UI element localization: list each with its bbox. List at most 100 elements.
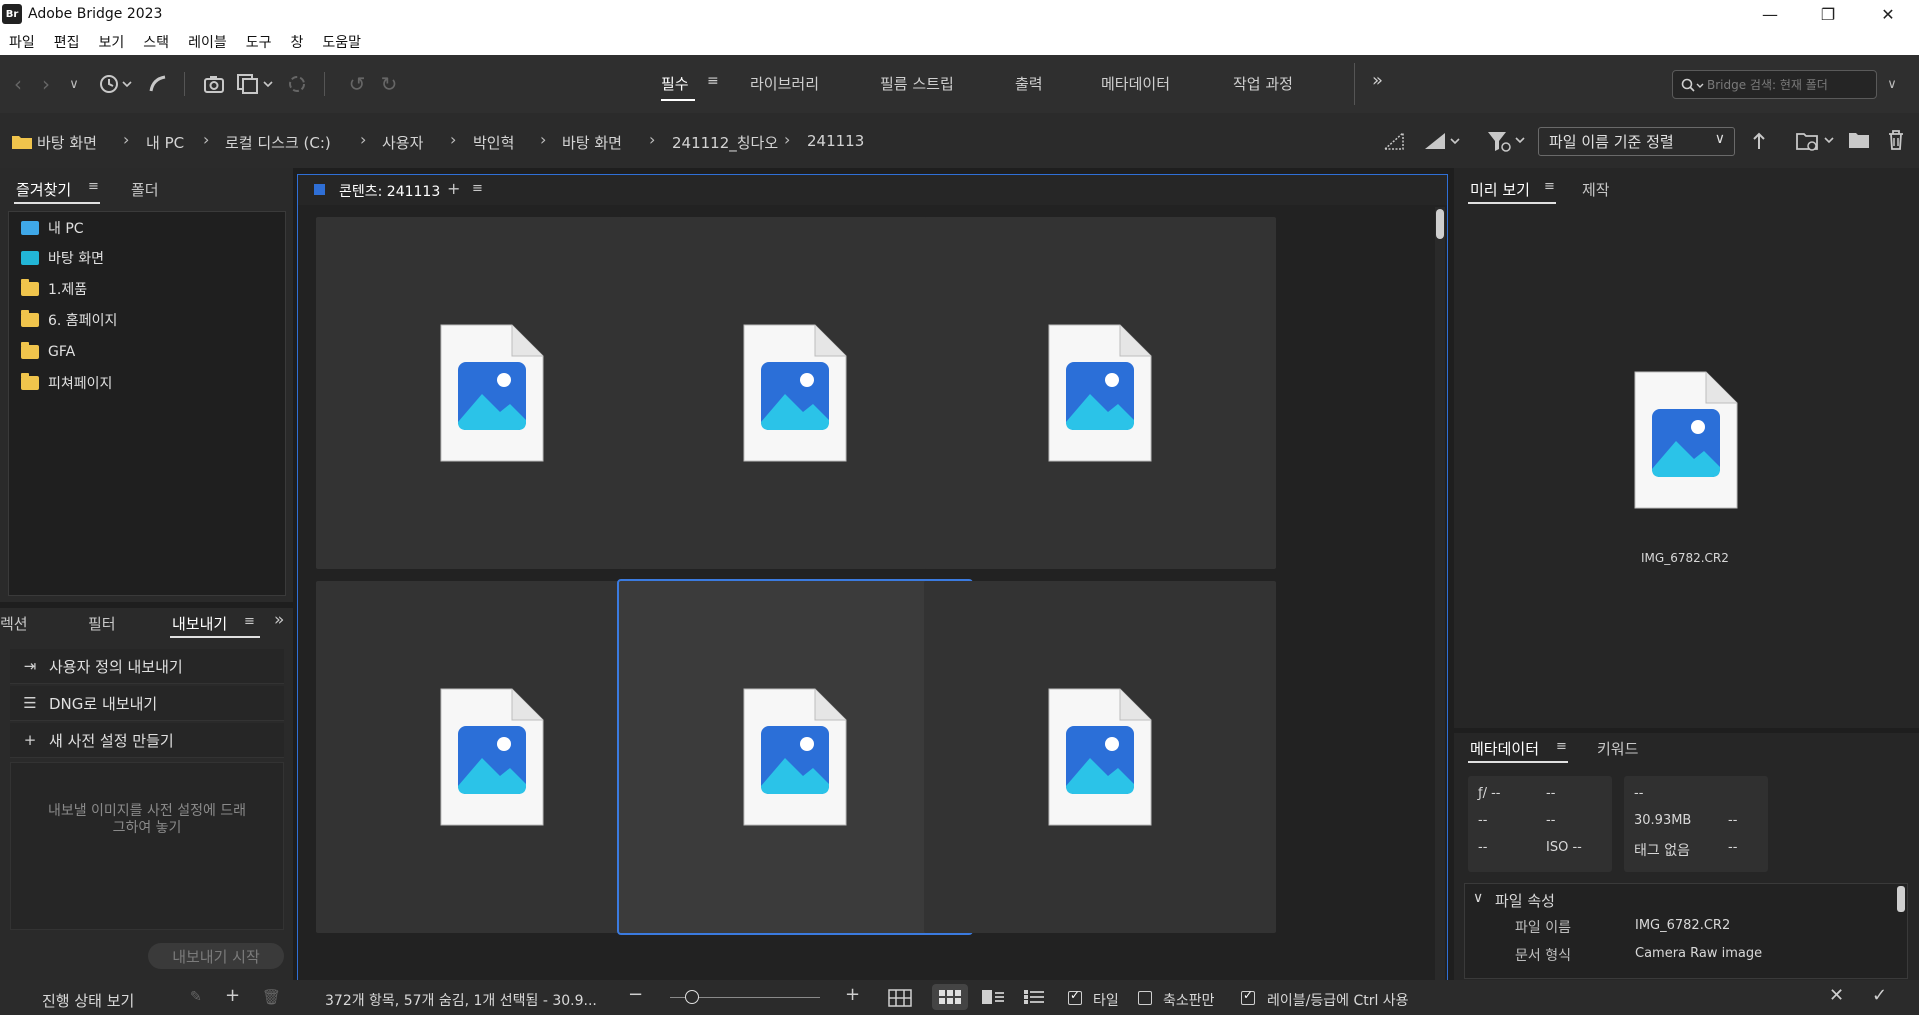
quality-stairs-icon[interactable] [1383,131,1405,151]
scrollbar-thumb[interactable] [1436,209,1444,239]
chevron-down-icon[interactable]: ∨ [64,71,84,97]
workspace-output[interactable]: 출력 [1015,73,1043,94]
add-tab-icon[interactable]: + [447,179,460,198]
tab-export[interactable]: 내보내기 [172,613,227,634]
menu-edit[interactable]: 편집 [54,32,80,52]
sort-dropdown[interactable]: 파일 이름 기준 정렬 ∨ [1538,127,1735,156]
metadata-scrollbar-thumb[interactable] [1897,886,1905,912]
filter-icon[interactable] [1486,129,1528,153]
new-folder-icon[interactable] [1848,131,1870,149]
workspace-libraries[interactable]: 라이브러리 [750,73,819,94]
chevron-down-icon[interactable]: ∨ [1473,890,1483,906]
menu-stack[interactable]: 스택 [143,32,169,52]
tab-production[interactable]: 제작 [1582,179,1610,200]
menu-view[interactable]: 보기 [99,32,125,52]
thumbnails-only-checkbox[interactable] [1138,991,1152,1005]
panel-menu-icon[interactable]: ≡ [1556,739,1567,754]
thumbnail-cell[interactable] [924,581,1276,933]
thumbnail-cell[interactable] [316,217,668,569]
tab-collections[interactable]: 렉션 [0,613,28,634]
more-workspaces-icon[interactable]: » [1372,70,1383,91]
zoom-in-button[interactable]: + [845,984,860,1005]
breadcrumb-folder-241112[interactable]: 241112_칭다오 [672,132,778,153]
favorite-item-my-pc[interactable]: 내 PC [21,216,84,240]
breadcrumb-local-disk[interactable]: 로컬 디스크 (C:) [225,132,331,153]
favorite-item-homepage[interactable]: 6. 홈페이지 [21,308,117,332]
start-export-button[interactable]: 내보내기 시작 [148,943,284,969]
menu-window[interactable]: 창 [290,32,303,52]
panel-menu-icon[interactable]: ≡ [1544,179,1555,194]
breadcrumb-my-pc[interactable]: 내 PC [146,132,184,153]
close-window-button[interactable]: ✕ [1859,0,1917,28]
thumbnail-cell[interactable] [617,579,973,935]
thumbnail-size-slider-knob[interactable] [685,990,699,1004]
pencil-icon[interactable]: ✎ [190,989,202,1005]
minimize-button[interactable]: — [1741,0,1799,28]
content-tab-title[interactable]: 콘텐츠: 241113 [339,181,440,201]
menu-help[interactable]: 도움말 [322,32,361,52]
tile-checkbox[interactable] [1068,988,1082,1005]
workspace-filmstrip[interactable]: 필름 스트립 [880,73,954,94]
recent-files-icon[interactable] [96,71,136,97]
list-view-icon[interactable] [1024,990,1044,1004]
tab-metadata[interactable]: 메타데이터 [1470,738,1539,759]
export-drop-zone[interactable]: 내보낼 이미지를 사전 설정에 드래그하여 놓기 [10,762,284,930]
forward-icon[interactable]: › [36,71,56,97]
section-title[interactable]: 파일 속성 [1495,890,1555,911]
new-preset-button[interactable]: + 새 사전 설정 만들기 [10,723,284,758]
favorite-item-gfa[interactable]: GFA [21,340,75,364]
workspace-menu-icon[interactable]: ≡ [707,73,719,89]
thumbnail-cell[interactable] [619,217,971,569]
star-rating-filter-icon[interactable] [1423,131,1463,151]
panel-menu-icon[interactable]: ≡ [244,614,255,629]
workspace-essentials[interactable]: 필수 [661,73,689,94]
export-dng-button[interactable]: ☰ DNG로 내보내기 [10,686,284,721]
thumbnail-cell[interactable] [316,581,668,933]
search-box[interactable] [1672,70,1877,99]
camera-import-icon[interactable] [202,71,228,97]
breadcrumb-user-name[interactable]: 박인혁 [473,132,514,153]
rotate-left-icon[interactable]: ↺ [344,71,370,97]
lock-grid-icon[interactable] [888,989,912,1007]
menu-file[interactable]: 파일 [9,32,35,52]
image-file-icon[interactable] [1634,371,1738,509]
rotate-right-icon[interactable]: ↻ [376,71,402,97]
zoom-out-button[interactable]: − [628,984,643,1005]
view-thumbnails-button[interactable] [932,984,968,1010]
breadcrumb-users[interactable]: 사용자 [382,132,423,153]
panel-menu-icon[interactable]: ≡ [472,181,483,196]
tab-keywords[interactable]: 키워드 [1597,738,1638,759]
favorite-item-desktop[interactable]: 바탕 화면 [21,246,104,270]
plus-icon[interactable]: + [225,985,240,1006]
search-options-chevron-icon[interactable]: ∨ [1882,71,1902,97]
maximize-button[interactable]: ❐ [1799,0,1857,28]
ctrl-label-rating-checkbox[interactable] [1241,988,1255,1005]
cancel-icon[interactable]: ✕ [1829,985,1844,1006]
workspace-metadata[interactable]: 메타데이터 [1101,73,1170,94]
tab-filter[interactable]: 필터 [88,613,116,634]
content-scrollbar[interactable] [1435,207,1445,1015]
breadcrumb-folder-241113[interactable]: 241113 [807,132,864,150]
sort-ascending-icon[interactable] [1751,131,1767,151]
open-recent-folder-icon[interactable] [1795,129,1837,153]
progress-status-label[interactable]: 진행 상태 보기 [42,990,134,1011]
details-view-icon[interactable] [982,990,1004,1004]
breadcrumb-desktop-2[interactable]: 바탕 화면 [562,132,622,153]
confirm-check-icon[interactable]: ✓ [1872,985,1887,1006]
boomerang-icon[interactable] [146,71,170,97]
more-panels-icon[interactable]: » [274,610,284,630]
workspace-workflow[interactable]: 작업 과정 [1233,73,1293,94]
thumbnail-cell[interactable] [924,217,1276,569]
tab-preview[interactable]: 미리 보기 [1470,179,1530,200]
search-input[interactable] [1707,75,1872,95]
trash-icon[interactable]: 🗑 [262,988,281,1006]
trash-icon[interactable] [1887,129,1905,151]
favorite-item-products[interactable]: 1.제품 [21,277,87,301]
tab-folders[interactable]: 폴더 [131,179,159,200]
breadcrumb-desktop[interactable]: 바탕 화면 [37,132,97,153]
back-icon[interactable]: ‹ [8,71,28,97]
rotate-sync-icon[interactable] [284,71,310,97]
panel-menu-icon[interactable]: ≡ [88,179,99,194]
export-custom-button[interactable]: ⇥ 사용자 정의 내보내기 [10,649,284,684]
tab-favorites[interactable]: 즐겨찾기 [16,179,71,200]
